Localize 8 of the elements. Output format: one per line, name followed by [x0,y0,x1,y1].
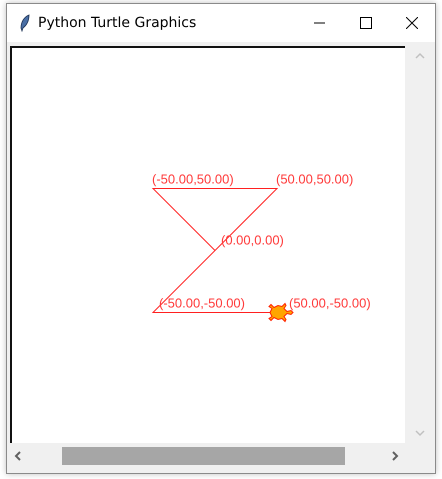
coordinate-label: (50.00,50.00) [276,172,354,186]
coordinate-label: (50.00,-50.00) [289,296,371,310]
scrollbar-thumb[interactable] [62,447,345,465]
maximize-icon [360,17,372,29]
coordinate-label: (-50.00,50.00) [152,172,234,186]
feather-icon [20,14,30,32]
window-title: Python Turtle Graphics [38,15,198,31]
close-icon [406,17,418,29]
